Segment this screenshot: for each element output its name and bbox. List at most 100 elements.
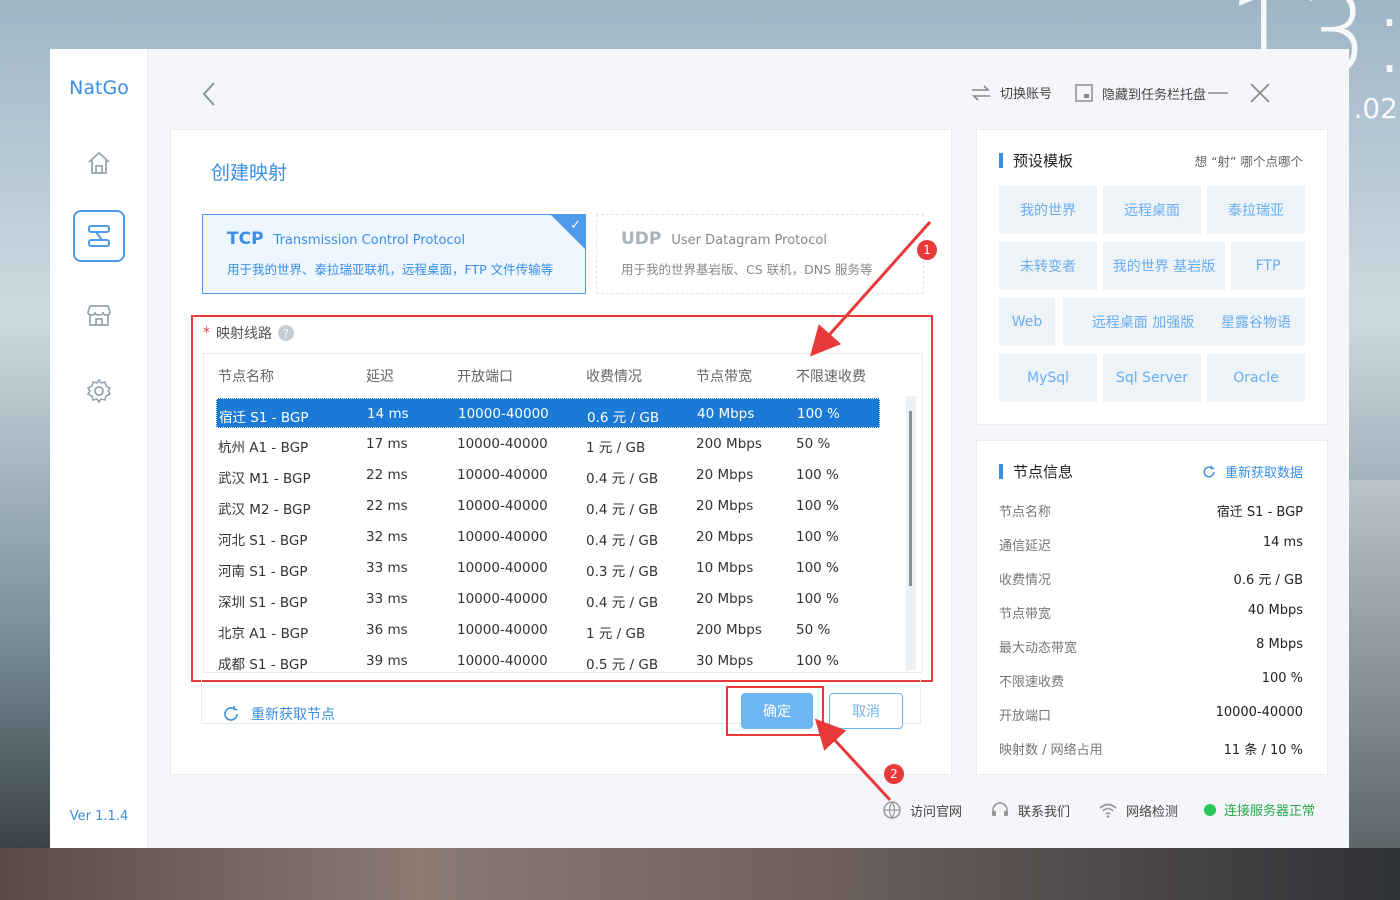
table-row[interactable]: 河南 S1 - BGP 33 ms 10000-40000 0.3 元 / GB 10 … <box>216 553 880 583</box>
table-row[interactable]: 成都 S1 - BGP 39 ms 10000-40000 0.5 元 / GB 30 … <box>216 646 880 676</box>
refetch-nodes-button[interactable]: 重新获取节点 <box>221 704 335 724</box>
cell-latency: 39 ms <box>366 653 408 669</box>
tray-icon <box>1075 84 1093 102</box>
table-row[interactable]: 深圳 S1 - BGP 33 ms 10000-40000 0.4 元 / GB 20 … <box>216 584 880 614</box>
scrollbar-thumb[interactable] <box>909 411 912 586</box>
contact-us-link[interactable]: 联系我们 <box>990 800 1070 820</box>
tcp-description: 用于我的世界、泰拉瑞亚联机，远程桌面，FTP 文件传输等 <box>227 262 554 277</box>
back-button[interactable] <box>198 79 222 109</box>
mapping-icon <box>88 225 110 247</box>
chevron-left-icon <box>202 82 215 106</box>
cell-price: 0.4 元 / GB <box>586 502 659 518</box>
hide-to-tray-button[interactable]: 隐藏到任务栏托盘 <box>1074 83 1206 103</box>
cell-latency: 33 ms <box>366 560 408 576</box>
help-icon[interactable]: ? <box>278 325 294 341</box>
table-scrollbar[interactable] <box>906 396 916 670</box>
template-item[interactable]: Web <box>999 298 1055 346</box>
cell-unlimited: 100 % <box>797 406 840 422</box>
table-row[interactable]: 河北 S1 - BGP 32 ms 10000-40000 0.4 元 / GB 20 … <box>216 522 880 552</box>
template-item[interactable]: FTP <box>1231 242 1305 290</box>
info-value: 100 % <box>1261 671 1303 686</box>
cell-latency: 36 ms <box>366 622 408 638</box>
template-item[interactable]: 泰拉瑞亚 <box>1207 186 1305 234</box>
connection-status: 连接服务器正常 <box>1204 800 1315 819</box>
cell-unlimited: 100 % <box>796 529 839 545</box>
cell-price: 0.4 元 / GB <box>586 595 659 611</box>
table-header: 节点名称 延迟 开放端口 收费情况 节点带宽 不限速收费 <box>204 366 894 390</box>
cell-unlimited: 50 % <box>796 622 831 638</box>
contact-us-label: 联系我们 <box>1018 804 1071 820</box>
switch-account-button[interactable]: 切换账号 <box>970 83 1052 102</box>
globe-icon <box>883 801 901 820</box>
network-check-link[interactable]: 网络检测 <box>1098 800 1178 820</box>
info-value: 14 ms <box>1262 535 1303 550</box>
cell-bandwidth: 40 Mbps <box>697 406 755 422</box>
cell-latency: 14 ms <box>367 406 409 422</box>
tcp-full-name: Transmission Control Protocol <box>273 233 466 248</box>
nav-home[interactable] <box>73 137 125 189</box>
table-row[interactable]: 武汉 M2 - BGP 22 ms 10000-40000 0.4 元 / GB 20 … <box>216 491 880 521</box>
switch-account-label: 切换账号 <box>1000 87 1053 102</box>
cell-latency: 22 ms <box>366 498 408 514</box>
info-key: 收费情况 <box>999 573 1052 588</box>
table-row[interactable]: 武汉 M1 - BGP 22 ms 10000-40000 0.4 元 / GB 20 … <box>216 460 880 490</box>
cell-latency: 17 ms <box>366 436 408 452</box>
info-row: 通信延迟 14 ms <box>999 535 1303 555</box>
desktop-date: .02 <box>1353 92 1398 125</box>
refresh-data-label: 重新获取数据 <box>1224 466 1303 481</box>
cancel-button[interactable]: 取消 <box>829 693 903 729</box>
templates-hint: 想 “射” 哪个点哪个 <box>1194 154 1303 169</box>
sidebar: NatGo Ver 1.1.4 <box>50 49 148 848</box>
cell-latency: 32 ms <box>366 529 408 545</box>
udp-full-name: User Datagram Protocol <box>671 233 827 248</box>
nav-settings[interactable] <box>73 365 125 417</box>
template-item[interactable]: 星露谷物语 <box>1207 298 1305 346</box>
nav-mapping[interactable] <box>73 210 125 262</box>
template-item[interactable]: Sql Server <box>1103 354 1201 402</box>
cell-node: 武汉 M2 - BGP <box>218 502 311 518</box>
table-row[interactable]: 杭州 A1 - BGP 17 ms 10000-40000 1 元 / GB 200 M… <box>216 429 880 459</box>
cell-ports: 10000-40000 <box>457 436 548 452</box>
table-row[interactable]: 北京 A1 - BGP 36 ms 10000-40000 1 元 / GB 200 M… <box>216 615 880 645</box>
gear-icon <box>86 378 112 404</box>
table-row[interactable]: 宿迁 S1 - BGP 14 ms 10000-40000 0.6 元 / GB 40 … <box>216 398 880 428</box>
node-info-panel: 节点信息 重新获取数据 节点名称 宿迁 S1 - BGP 通信延迟 14 ms 收费情况… <box>976 440 1328 775</box>
template-item[interactable]: Oracle <box>1207 354 1305 402</box>
route-table: 节点名称 延迟 开放端口 收费情况 节点带宽 不限速收费 宿迁 S1 - BGP… <box>203 353 923 673</box>
node-info-title-text: 节点信息 <box>1013 463 1074 481</box>
swap-icon <box>972 84 990 101</box>
route-label: * 映射线路 ? <box>203 323 294 343</box>
hide-to-tray-label: 隐藏到任务栏托盘 <box>1102 87 1207 103</box>
protocol-tcp-card[interactable]: TCP Transmission Control Protocol 用于我的世界、… <box>202 214 586 294</box>
info-key: 节点带宽 <box>999 607 1052 622</box>
visit-website-link[interactable]: 访问官网 <box>882 800 962 820</box>
cell-bandwidth: 30 Mbps <box>696 653 754 669</box>
info-row: 收费情况 0.6 元 / GB <box>999 569 1303 589</box>
template-item[interactable]: 我的世界 基岩版 <box>1103 242 1225 290</box>
page-title: 创建映射 <box>211 162 288 184</box>
udp-abbr: UDP <box>621 229 662 249</box>
refetch-nodes-label: 重新获取节点 <box>251 707 335 723</box>
template-item[interactable]: 未转变者 <box>999 242 1097 290</box>
cell-unlimited: 50 % <box>796 436 831 452</box>
close-icon <box>1250 83 1270 103</box>
refresh-data-button[interactable]: 重新获取数据 <box>1201 462 1303 481</box>
cell-ports: 10000-40000 <box>457 498 548 514</box>
info-row: 节点名称 宿迁 S1 - BGP <box>999 501 1303 521</box>
cell-ports: 10000-40000 <box>457 622 548 638</box>
minimize-button[interactable] <box>1206 81 1230 105</box>
desktop-wallpaper-bottom <box>0 848 1400 900</box>
close-button[interactable] <box>1248 81 1272 105</box>
template-item[interactable]: 远程桌面 <box>1103 186 1201 234</box>
template-item[interactable]: 远程桌面 加强版 <box>1063 298 1223 346</box>
cell-bandwidth: 20 Mbps <box>696 591 754 607</box>
info-row: 不限速收费 100 % <box>999 671 1303 691</box>
nav-store[interactable] <box>73 289 125 341</box>
confirm-button[interactable]: 确定 <box>741 693 813 729</box>
template-item[interactable]: 我的世界 <box>999 186 1097 234</box>
protocol-udp-card[interactable]: UDP User Datagram Protocol 用于我的世界基岩版、CS 联… <box>596 214 924 294</box>
info-value: 8 Mbps <box>1256 637 1303 652</box>
template-item[interactable]: MySql <box>999 354 1097 402</box>
info-row: 节点带宽 40 Mbps <box>999 603 1303 623</box>
tcp-abbr: TCP <box>227 229 264 249</box>
